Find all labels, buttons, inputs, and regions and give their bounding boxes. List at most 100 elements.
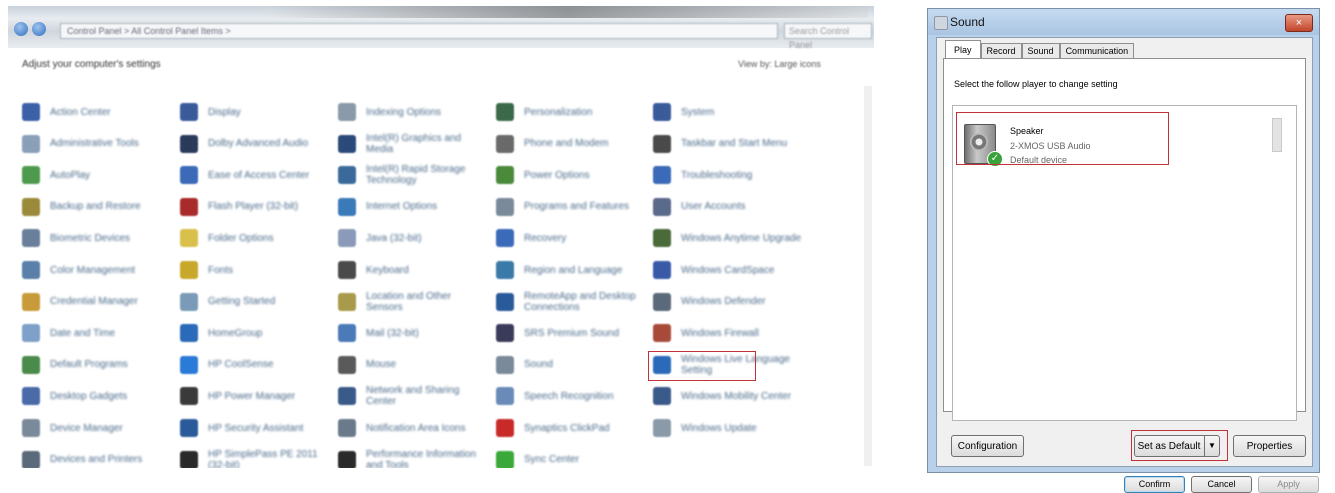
- control-panel-item[interactable]: HP Power Manager: [180, 382, 330, 410]
- control-panel-item-label: Keyboard: [366, 264, 409, 276]
- properties-button[interactable]: Properties: [1233, 435, 1306, 457]
- control-panel-item-icon: [653, 419, 671, 437]
- control-panel-item[interactable]: Indexing Options: [338, 98, 488, 126]
- control-panel-item[interactable]: Intel(R) Rapid Storage Technology: [338, 161, 488, 189]
- control-panel-item[interactable]: Taskbar and Start Menu: [653, 130, 803, 158]
- device-list-scrollbar[interactable]: [1272, 118, 1282, 152]
- control-panel-item-icon: [653, 229, 671, 248]
- control-panel-item-label: Sync Center: [524, 454, 580, 466]
- control-panel-item[interactable]: Java (32-bit): [338, 224, 488, 252]
- control-panel-item[interactable]: System: [653, 98, 803, 126]
- control-panel-item[interactable]: Display: [180, 98, 330, 126]
- sound-item-highlight: [648, 351, 756, 381]
- control-panel-item-icon: [338, 419, 356, 437]
- control-panel-item[interactable]: Notification Area Icons: [338, 414, 488, 442]
- control-panel-item[interactable]: Recovery: [496, 224, 646, 252]
- back-button[interactable]: [14, 22, 28, 36]
- control-panel-item[interactable]: Windows Anytime Upgrade: [653, 224, 803, 252]
- tab-record[interactable]: Record: [980, 43, 1022, 59]
- control-panel-item[interactable]: Personalization: [496, 98, 646, 126]
- control-panel-item-icon: [496, 134, 514, 153]
- forward-button[interactable]: [32, 22, 46, 36]
- control-panel-item[interactable]: Windows Firewall: [653, 319, 803, 347]
- control-panel-item[interactable]: Phone and Modem: [496, 130, 646, 158]
- control-panel-item[interactable]: Color Management: [22, 256, 172, 284]
- control-panel-item[interactable]: HP SimplePass PE 2011 (32-bit): [180, 446, 330, 468]
- control-panel-item[interactable]: Device Manager: [22, 414, 172, 442]
- control-panel-item[interactable]: Ease of Access Center: [180, 161, 330, 189]
- control-panel-item[interactable]: HP Security Assistant: [180, 414, 330, 442]
- control-panel-item-label: User Accounts: [681, 201, 746, 213]
- control-panel-scrollbar[interactable]: [864, 86, 872, 466]
- control-panel-item[interactable]: Windows CardSpace: [653, 256, 803, 284]
- control-panel-item-icon: [180, 197, 198, 216]
- control-panel-item[interactable]: Region and Language: [496, 256, 646, 284]
- control-panel-item-label: Date and Time: [50, 327, 116, 339]
- control-panel-item-icon: [653, 261, 671, 279]
- control-panel-item[interactable]: Default Programs: [22, 351, 172, 379]
- control-panel-item[interactable]: Synaptics ClickPad: [496, 414, 646, 442]
- control-panel-item[interactable]: RemoteApp and Desktop Connections: [496, 288, 646, 316]
- control-panel-item[interactable]: User Accounts: [653, 193, 803, 221]
- control-panel-item[interactable]: Folder Options: [180, 224, 330, 252]
- control-panel-item[interactable]: Administrative Tools: [22, 130, 172, 158]
- control-panel-item[interactable]: Intel(R) Graphics and Media: [338, 130, 488, 158]
- control-panel-item-icon: [338, 103, 356, 121]
- control-panel-item-label: Default Programs: [50, 359, 128, 371]
- control-panel-item-icon: [338, 166, 356, 185]
- control-panel-item[interactable]: Sound: [496, 351, 646, 379]
- search-input[interactable]: Search Control Panel: [784, 23, 872, 50]
- control-panel-item-icon: [338, 450, 356, 468]
- control-panel-item-label: Windows Firewall: [681, 327, 759, 339]
- control-panel-item-label: SRS Premium Sound: [524, 327, 620, 339]
- control-panel-item[interactable]: Devices and Printers: [22, 446, 172, 468]
- control-panel-item-icon: [653, 197, 671, 216]
- control-panel-item-icon: [22, 450, 40, 468]
- control-panel-item[interactable]: Desktop Gadgets: [22, 382, 172, 410]
- control-panel-item[interactable]: Mail (32-bit): [338, 319, 488, 347]
- control-panel-item[interactable]: Power Options: [496, 161, 646, 189]
- control-panel-item[interactable]: Troubleshooting: [653, 161, 803, 189]
- control-panel-item[interactable]: Fonts: [180, 256, 330, 284]
- control-panel-item[interactable]: Speech Recognition: [496, 382, 646, 410]
- tab-communication[interactable]: Communication: [1059, 43, 1135, 59]
- tab-play[interactable]: Play: [945, 40, 981, 59]
- control-panel-item[interactable]: Backup and Restore: [22, 193, 172, 221]
- control-panel-item[interactable]: Action Center: [22, 98, 172, 126]
- control-panel-item[interactable]: HP CoolSense: [180, 351, 330, 379]
- control-panel-item-label: Recovery: [524, 232, 567, 244]
- control-panel-item-icon: [22, 419, 40, 437]
- control-panel-item[interactable]: Location and Other Sensors: [338, 288, 488, 316]
- control-panel-item[interactable]: Date and Time: [22, 319, 172, 347]
- control-panel-item[interactable]: Biometric Devices: [22, 224, 172, 252]
- control-panel-item[interactable]: Windows Defender: [653, 288, 803, 316]
- control-panel-item-icon: [22, 166, 40, 185]
- control-panel-item[interactable]: Keyboard: [338, 256, 488, 284]
- control-panel-item[interactable]: Internet Options: [338, 193, 488, 221]
- control-panel-item[interactable]: Windows Mobility Center: [653, 382, 803, 410]
- control-panel-item[interactable]: Mouse: [338, 351, 488, 379]
- control-panel-item[interactable]: Getting Started: [180, 288, 330, 316]
- control-panel-item[interactable]: Programs and Features: [496, 193, 646, 221]
- control-panel-item[interactable]: Dolby Advanced Audio: [180, 130, 330, 158]
- control-panel-item[interactable]: AutoPlay: [22, 161, 172, 189]
- control-panel-item-icon: [338, 387, 356, 406]
- page-heading: Adjust your computer's settings: [22, 59, 161, 70]
- control-panel-item-label: Synaptics ClickPad: [524, 422, 610, 434]
- control-panel-item[interactable]: Credential Manager: [22, 288, 172, 316]
- control-panel-item-icon: [653, 103, 671, 121]
- view-by-selector[interactable]: View by: Large icons: [738, 59, 821, 69]
- configuration-button[interactable]: Configuration: [951, 435, 1024, 457]
- address-bar[interactable]: Control Panel > All Control Panel Items …: [60, 23, 778, 39]
- control-panel-item[interactable]: Network and Sharing Center: [338, 382, 488, 410]
- control-panel-item[interactable]: Windows Update: [653, 414, 803, 442]
- control-panel-item[interactable]: HomeGroup: [180, 319, 330, 347]
- control-panel-item-label: Sound: [524, 359, 553, 371]
- control-panel-item[interactable]: Sync Center: [496, 446, 646, 468]
- control-panel-item[interactable]: Performance Information and Tools: [338, 446, 488, 468]
- control-panel-item[interactable]: SRS Premium Sound: [496, 319, 646, 347]
- tab-sound[interactable]: Sound: [1021, 43, 1060, 59]
- close-button[interactable]: ×: [1285, 14, 1313, 32]
- control-panel-item[interactable]: Flash Player (32-bit): [180, 193, 330, 221]
- control-panel-item-icon: [22, 324, 40, 343]
